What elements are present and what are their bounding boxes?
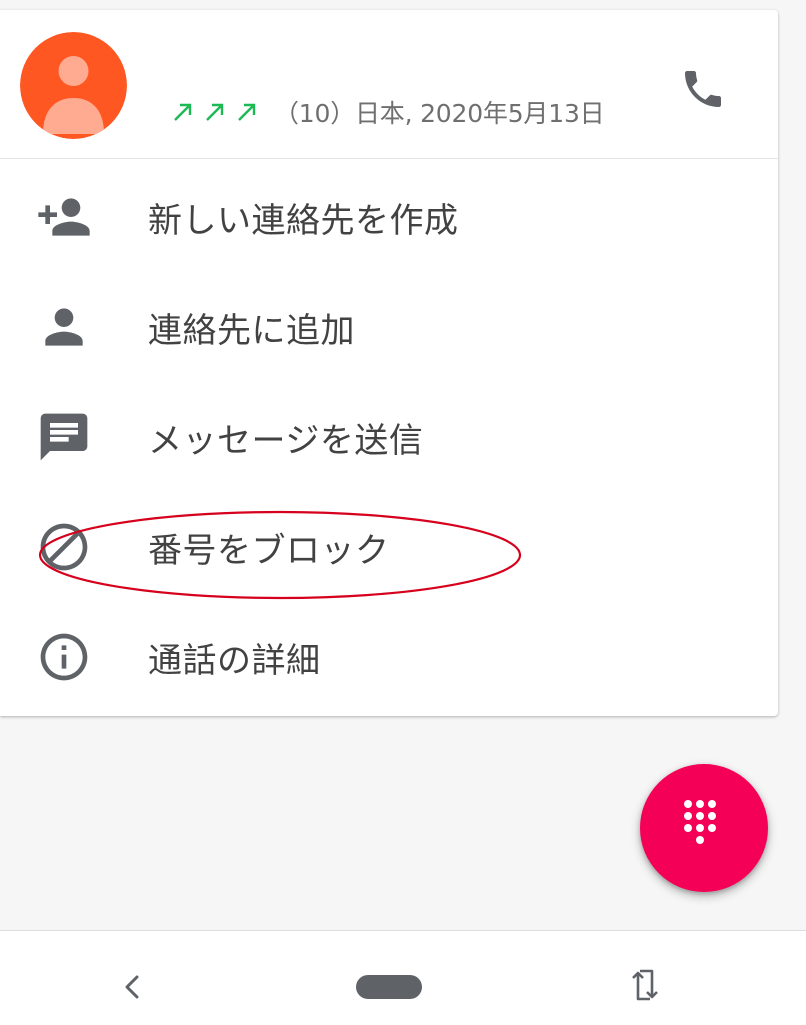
menu-item-add-to-contact[interactable]: 連絡先に追加 [0, 272, 778, 382]
menu-item-send-message[interactable]: メッセージを送信 [0, 382, 778, 492]
menu-item-label: 番号をブロック [148, 530, 390, 571]
message-icon [36, 409, 92, 465]
rotate-screen-icon[interactable] [630, 965, 660, 1005]
dialpad-button[interactable] [640, 764, 768, 892]
menu-item-create-contact[interactable]: 新しい連絡先を作成 [0, 162, 778, 272]
outgoing-call-arrow-icon [204, 101, 226, 123]
menu-item-label: メッセージを送信 [148, 420, 424, 461]
outgoing-call-arrow-icon [236, 101, 258, 123]
person-add-icon [36, 189, 92, 245]
menu-item-block-number[interactable]: 番号をブロック [0, 492, 778, 602]
call-info-line: （10）日本, 2020年5月13日 [172, 94, 605, 130]
person-icon [36, 299, 92, 355]
menu-item-label: 連絡先に追加 [148, 310, 355, 351]
outgoing-call-arrow-icon [172, 101, 194, 123]
back-chevron-icon[interactable] [118, 971, 146, 1003]
menu-item-label: 新しい連絡先を作成 [148, 200, 459, 241]
menu-item-label: 通話の詳細 [148, 640, 321, 681]
person-avatar-icon[interactable] [20, 32, 127, 139]
call-button[interactable] [676, 62, 730, 116]
call-details-text: （10）日本, 2020年5月13日 [274, 99, 605, 128]
call-log-card: （10）日本, 2020年5月13日 新しい連絡先を作成 連絡先に追加 メッセー… [0, 10, 778, 716]
dialpad-icon [684, 800, 716, 844]
call-log-entry[interactable]: （10）日本, 2020年5月13日 [0, 10, 778, 159]
system-navigation-bar [0, 930, 806, 1025]
info-icon [36, 629, 92, 685]
menu-item-call-details[interactable]: 通話の詳細 [0, 602, 778, 712]
call-type-arrows [172, 101, 258, 123]
home-pill-icon[interactable] [356, 975, 422, 999]
block-icon [36, 519, 92, 575]
phone-icon [685, 71, 721, 107]
